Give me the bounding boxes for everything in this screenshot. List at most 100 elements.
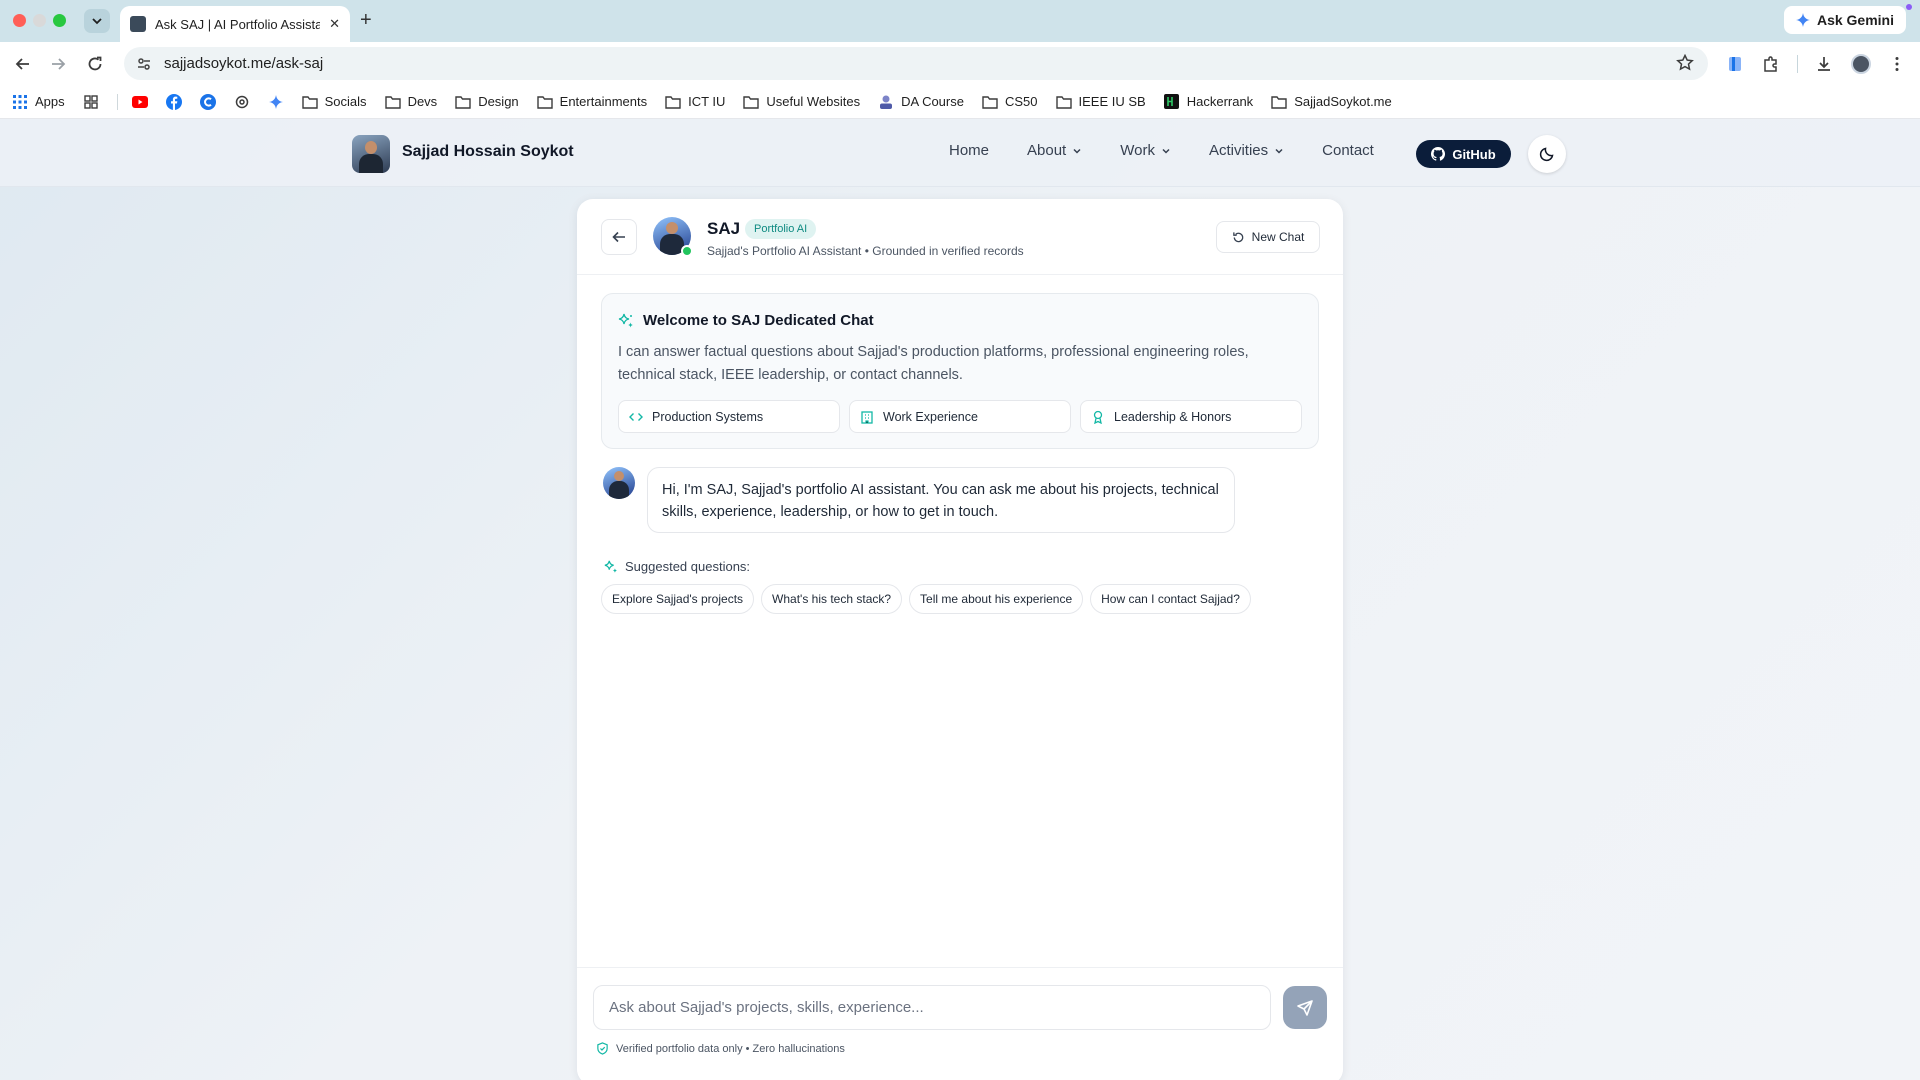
bookmark-folder-entertainments[interactable]: Entertainments [536,94,648,110]
bookmark-folder-useful[interactable]: Useful Websites [743,94,860,110]
bookmark-youtube[interactable] [131,94,148,110]
arrow-left-icon [15,58,29,70]
tab-favicon-icon [130,16,146,32]
bookmark-folder-ieee[interactable]: IEEE IU SB [1055,94,1146,110]
chip-work-experience[interactable]: Work Experience [849,400,1071,433]
reading-mode-button[interactable] [1724,53,1746,75]
topic-chips: Production Systems Work Experience Leade… [618,400,1302,433]
welcome-title-row: Welcome to SAJ Dedicated Chat [618,312,874,329]
tab-title: Ask SAJ | AI Portfolio Assistant [155,16,321,32]
back-button[interactable] [601,219,637,255]
github-button[interactable]: GitHub [1416,140,1511,168]
address-bar[interactable]: sajjadsoykot.me/ask-saj [124,47,1708,80]
bookmark-divider [116,93,118,110]
bookmark-sajjadsoykot-label: SajjadSoykot.me [1294,94,1392,109]
suggestion-contact[interactable]: How can I contact Sajjad? [1090,584,1251,614]
maximize-window-button[interactable] [53,14,66,27]
downloads-button[interactable] [1813,53,1835,75]
bookmark-folder-devs[interactable]: Devs [384,94,437,110]
chat-input[interactable] [593,985,1271,1030]
profile-button[interactable] [1850,53,1872,75]
verification-note-row: Verified portfolio data only • Zero hall… [596,1042,845,1055]
new-tab-button[interactable]: + [360,10,372,30]
bookmark-entertainments-label: Entertainments [559,94,648,109]
extensions-button[interactable] [1760,53,1782,75]
nav-activities[interactable]: Activities [1209,142,1284,159]
send-icon [1297,999,1313,1016]
site-name[interactable]: Sajjad Hossain Soykot [402,143,574,161]
bookmark-folder-sajjadsoykot[interactable]: SajjadSoykot.me [1271,94,1392,110]
moon-icon [1539,147,1554,162]
browser-tab-bar: Ask SAJ | AI Portfolio Assistant ✕ + Ask… [0,0,1920,42]
minimize-window-button[interactable] [33,14,46,27]
new-chat-button[interactable]: New Chat [1216,221,1320,253]
bookmark-star-icon[interactable] [1676,54,1694,72]
bookmark-ict-iu-label: ICT IU [688,94,726,109]
apps-grid-icon [12,94,28,110]
bookmark-apps[interactable]: Apps [12,94,65,110]
nav-work[interactable]: Work [1120,142,1171,159]
chip-production-systems[interactable]: Production Systems [618,400,840,433]
bookmark-cs50-label: CS50 [1004,94,1038,109]
nav-home[interactable]: Home [949,142,989,159]
bookmark-folder-ict-iu[interactable]: ICT IU [665,94,725,110]
bookmark-facebook[interactable] [165,93,182,110]
bookmark-useful-label: Useful Websites [766,94,861,109]
folder-icon [743,94,760,110]
bookmark-folder-cs50[interactable]: CS50 [982,94,1038,110]
suggested-questions: Explore Sajjad's projects What's his tec… [601,584,1251,614]
chip-work-label: Work Experience [883,409,978,424]
bookmark-ieee-label: IEEE IU SB [1078,94,1146,109]
bookmarks-bar: Apps Socials Devs Design Entertainments … [0,85,1920,119]
bookmark-folder-socials[interactable]: Socials [301,94,367,110]
suggestion-experience[interactable]: Tell me about his experience [909,584,1084,614]
bookmark-da-course-label: DA Course [901,94,964,109]
sparkles-icon [618,313,633,327]
bookmark-c[interactable] [199,93,216,110]
notification-dot [1906,4,1912,10]
chat-header: SAJ Portfolio AI Sajjad's Portfolio AI A… [577,199,1343,275]
new-chat-label: New Chat [1251,230,1305,244]
folder-icon [536,94,553,110]
ask-gemini-button[interactable]: Ask Gemini [1783,6,1906,34]
welcome-description: I can answer factual questions about Saj… [618,344,1249,383]
refresh-icon [1232,231,1243,242]
theme-toggle-button[interactable] [1528,135,1566,173]
chip-leadership-label: Leadership & Honors [1114,409,1232,424]
suggestion-projects[interactable]: Explore Sajjad's projects [601,584,755,614]
bookmark-da-course[interactable]: DA Course [878,94,964,110]
close-window-button[interactable] [13,14,26,27]
bookmark-tab-groups[interactable] [83,94,99,110]
assistant-name: SAJ [707,219,741,238]
tab-search-button[interactable] [84,9,110,33]
shield-check-icon [597,1042,608,1055]
award-icon [1093,410,1103,424]
browser-menu-button[interactable] [1886,53,1908,75]
facebook-icon [165,93,182,110]
threads-icon [234,94,250,110]
chip-leadership-honors[interactable]: Leadership & Honors [1080,400,1302,433]
back-nav-button[interactable] [13,54,33,74]
bookmark-threads[interactable] [234,94,250,110]
ask-gemini-label: Ask Gemini [1816,12,1894,28]
bookmark-gemini[interactable] [268,94,284,110]
reload-button[interactable] [85,54,105,74]
suggestion-tech-stack[interactable]: What's his tech stack? [761,584,903,614]
folder-icon [301,94,318,110]
bookmark-apps-label: Apps [35,94,65,109]
nav-contact[interactable]: Contact [1322,142,1374,159]
bookmark-hackerrank[interactable]: Hackerrank [1164,94,1253,110]
site-logo-avatar[interactable] [352,135,390,173]
nav-about[interactable]: About [1027,142,1082,159]
forward-nav-button[interactable] [48,54,68,74]
browser-tab-active[interactable]: Ask SAJ | AI Portfolio Assistant ✕ [120,6,350,42]
puzzle-icon [1764,56,1777,72]
da-course-icon [878,94,894,110]
send-button[interactable] [1283,986,1327,1029]
youtube-icon [131,94,148,110]
bookmark-folder-design[interactable]: Design [455,94,519,110]
folder-icon [1055,94,1072,110]
sparkles-icon [604,560,618,573]
building-icon [861,410,873,424]
tab-close-icon[interactable]: ✕ [329,16,340,32]
